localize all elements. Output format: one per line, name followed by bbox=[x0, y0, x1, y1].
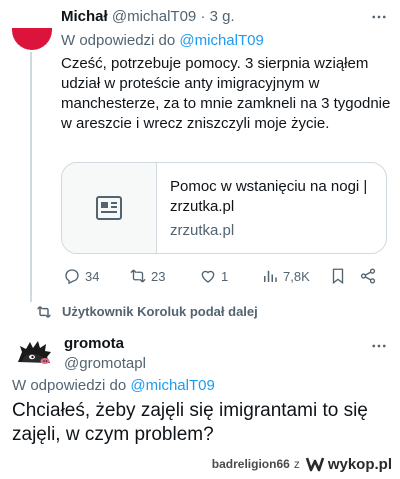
card-domain: zrzutka.pl bbox=[170, 222, 235, 239]
wykop-logo-icon bbox=[305, 457, 325, 472]
share-button[interactable] bbox=[359, 264, 377, 288]
retweet-icon bbox=[37, 306, 51, 318]
views-count: 7,8K bbox=[283, 268, 310, 284]
tweet-text: Cześć, potrzebuje pomocy. 3 sierpnia wzi… bbox=[61, 55, 391, 132]
views-chart-icon bbox=[264, 270, 277, 282]
reply-prefix: W odpowiedzi do bbox=[61, 32, 176, 49]
article-icon bbox=[96, 196, 122, 220]
bookmark-button[interactable] bbox=[329, 264, 347, 288]
reply-button[interactable]: 34 bbox=[63, 264, 99, 288]
card-title: Pomoc w wstanięciu na nogi | zrzutka.pl bbox=[170, 178, 368, 215]
uploader-username: badreligion66 bbox=[211, 457, 290, 471]
author-handle[interactable]: @gromotapl bbox=[64, 354, 146, 374]
tweet-michal[interactable]: Michał @michalT09 · 3 g. W odpowiedzi do… bbox=[0, 0, 400, 302]
tweet-header: Michał @michalT09 · 3 g. bbox=[61, 8, 235, 25]
avatar-michal[interactable] bbox=[12, 6, 52, 50]
author-handle[interactable]: @michalT09 bbox=[112, 8, 196, 25]
heart-icon bbox=[201, 270, 215, 283]
wykop-brand: wykop.pl bbox=[304, 456, 392, 473]
reply-count: 34 bbox=[85, 268, 100, 284]
tweet-actions: 34 23 1 7,8K bbox=[61, 264, 381, 288]
separator-dot: · bbox=[200, 8, 206, 25]
avatar-gromota[interactable] bbox=[12, 332, 56, 376]
reply-handle-link[interactable]: @michalT09 bbox=[130, 377, 214, 394]
views-button[interactable]: 7,8K bbox=[261, 264, 310, 288]
card-thumbnail bbox=[62, 163, 157, 253]
boar-mascot-icon bbox=[18, 341, 51, 367]
retweet-count: 23 bbox=[151, 268, 166, 284]
tweet-time[interactable]: 3 g. bbox=[210, 8, 235, 25]
card-content: Pomoc w wstanięciu na nogi | zrzutka.pl … bbox=[170, 177, 385, 241]
retweet-button[interactable]: 23 bbox=[129, 264, 165, 288]
tweet-text: Chciałeś, żeby zajęli się imigrantami to… bbox=[12, 400, 368, 445]
reply-icon bbox=[65, 269, 79, 285]
retweet-icon bbox=[130, 269, 146, 283]
reply-handle-link[interactable]: @michalT09 bbox=[179, 32, 263, 49]
share-icon bbox=[360, 268, 376, 284]
tweet-header: gromota @gromotapl bbox=[64, 334, 146, 374]
like-count: 1 bbox=[221, 268, 229, 284]
bookmark-icon bbox=[332, 268, 344, 285]
retweet-notice-text[interactable]: Użytkownik Koroluk podał dalej bbox=[62, 304, 258, 319]
more-dots-icon[interactable] bbox=[370, 8, 388, 31]
link-card[interactable]: Pomoc w wstanięciu na nogi | zrzutka.pl … bbox=[61, 162, 387, 254]
author-name[interactable]: gromota bbox=[64, 334, 146, 354]
reply-context: W odpowiedzi do @michalT09 bbox=[61, 32, 264, 49]
wykop-watermark: badreligion66 z wykop.pl bbox=[212, 454, 392, 474]
reply-context: W odpowiedzi do @michalT09 bbox=[12, 377, 215, 394]
retweet-notice: Użytkownik Koroluk podał dalej bbox=[0, 297, 400, 327]
tweet-gromota[interactable]: gromota @gromotapl W odpowiedzi do @mich… bbox=[0, 327, 400, 457]
footer-separator: z bbox=[293, 457, 300, 471]
reply-prefix: W odpowiedzi do bbox=[12, 377, 127, 394]
poland-flag-white bbox=[12, 6, 52, 28]
wykop-brand-text: wykop.pl bbox=[327, 455, 392, 473]
author-name[interactable]: Michał bbox=[61, 8, 108, 25]
like-button[interactable]: 1 bbox=[199, 264, 228, 288]
thread-line bbox=[30, 52, 32, 302]
more-dots-icon[interactable] bbox=[370, 337, 388, 360]
